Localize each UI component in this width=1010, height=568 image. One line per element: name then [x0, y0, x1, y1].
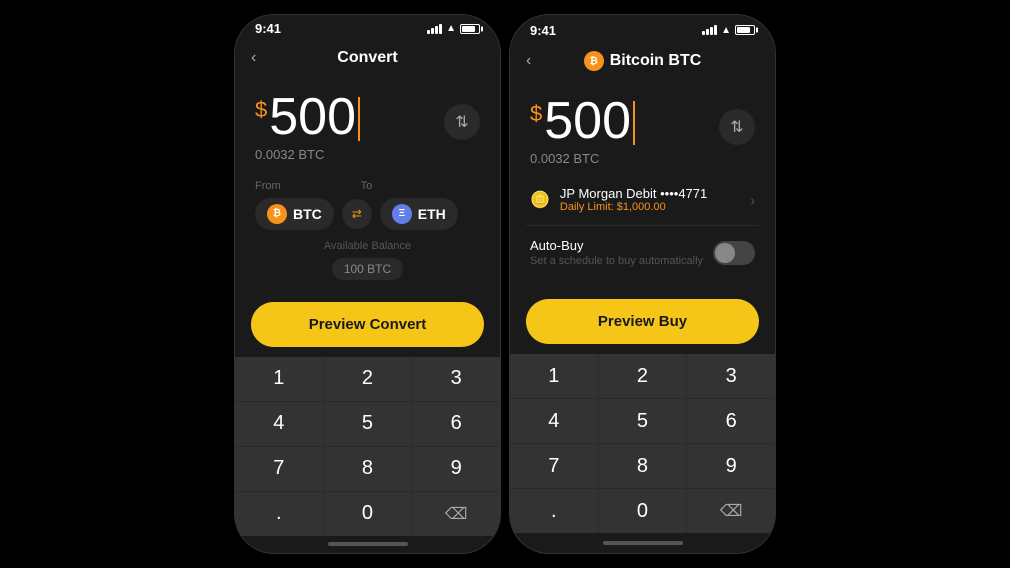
- key-9-left[interactable]: 9: [412, 447, 500, 491]
- key-5-right[interactable]: 5: [599, 399, 687, 443]
- time-right: 9:41: [530, 23, 556, 38]
- payment-card-sub: Daily Limit: $1,000.00: [560, 201, 707, 213]
- key-8-right[interactable]: 8: [599, 444, 687, 488]
- amount-value-right: 500: [544, 95, 635, 147]
- btc-amount-right: 0.0032 BTC: [530, 151, 755, 166]
- key-delete-right[interactable]: ⌫: [687, 489, 775, 533]
- crypto-row: ₿ BTC ⇄ Ξ ETH: [255, 198, 480, 230]
- key-3-left[interactable]: 3: [412, 357, 500, 401]
- battery-icon: [460, 24, 480, 34]
- cursor-left: [358, 97, 360, 141]
- cursor-right: [633, 101, 635, 145]
- to-crypto-label: ETH: [418, 206, 446, 222]
- key-1-right[interactable]: 1: [510, 354, 598, 398]
- time-left: 9:41: [255, 21, 281, 36]
- btc-icon: ₿: [267, 204, 287, 224]
- amount-value-left: 500: [269, 91, 360, 143]
- balance-badge: 100 BTC: [332, 258, 403, 280]
- key-6-left[interactable]: 6: [412, 402, 500, 446]
- key-5-left[interactable]: 5: [324, 402, 412, 446]
- wifi-icon-right: ▲: [721, 25, 731, 36]
- left-phone: 9:41 ▲ ‹ Convert $ 5: [234, 14, 501, 554]
- status-icons-left: ▲: [427, 23, 480, 34]
- key-4-right[interactable]: 4: [510, 399, 598, 443]
- toggle-knob: [715, 243, 735, 263]
- available-section: Available Balance 100 BTC: [235, 240, 500, 292]
- status-bar-left: 9:41 ▲: [235, 15, 500, 41]
- key-4-left[interactable]: 4: [235, 402, 323, 446]
- from-label: From: [255, 180, 281, 192]
- status-bar-right: 9:41 ▲: [510, 15, 775, 43]
- key-7-right[interactable]: 7: [510, 444, 598, 488]
- bitcoin-header: ₿ Bitcoin BTC: [584, 51, 702, 71]
- key-7-left[interactable]: 7: [235, 447, 323, 491]
- key-2-left[interactable]: 2: [324, 357, 412, 401]
- keypad-left: 1 2 3 4 5 6 7 8 9 . 0 ⌫: [235, 357, 500, 536]
- auto-buy-toggle[interactable]: [713, 241, 755, 265]
- key-3-right[interactable]: 3: [687, 354, 775, 398]
- from-to-labels: From To: [255, 180, 480, 192]
- status-icons-right: ▲: [702, 25, 755, 36]
- preview-convert-button[interactable]: Preview Convert: [251, 302, 484, 347]
- header-left: ‹ Convert: [235, 41, 500, 75]
- key-2-right[interactable]: 2: [599, 354, 687, 398]
- battery-icon-right: [735, 25, 755, 35]
- swap-arrows-btn[interactable]: ⇄: [342, 199, 372, 229]
- key-dot-left[interactable]: .: [235, 492, 323, 536]
- spacer-right: [510, 279, 775, 289]
- payment-row[interactable]: 🪙 JP Morgan Debit ••••4771 Daily Limit: …: [526, 174, 759, 226]
- chevron-right-icon: ›: [750, 192, 755, 208]
- header-title-left: Convert: [337, 49, 397, 67]
- auto-buy-subtitle: Set a schedule to buy automatically: [530, 255, 703, 267]
- payment-left: 🪙 JP Morgan Debit ••••4771 Daily Limit: …: [530, 186, 707, 213]
- header-right: ‹ ₿ Bitcoin BTC: [510, 43, 775, 79]
- btc-header-icon: ₿: [584, 51, 604, 71]
- dollar-sign-right: $: [530, 101, 542, 127]
- from-to-section: From To ₿ BTC ⇄ Ξ ETH: [235, 170, 500, 240]
- eth-icon: Ξ: [392, 204, 412, 224]
- to-label: To: [361, 180, 373, 192]
- key-8-left[interactable]: 8: [324, 447, 412, 491]
- key-dot-right[interactable]: .: [510, 489, 598, 533]
- payment-card-label: JP Morgan Debit ••••4771: [560, 186, 707, 201]
- from-crypto-label: BTC: [293, 206, 322, 222]
- swap-direction-right[interactable]: ⇅: [719, 109, 755, 145]
- key-9-right[interactable]: 9: [687, 444, 775, 488]
- payment-section: 🪙 JP Morgan Debit ••••4771 Daily Limit: …: [510, 174, 775, 279]
- key-1-left[interactable]: 1: [235, 357, 323, 401]
- right-phone: 9:41 ▲ ‹ ₿ Bitcoin BTC: [509, 14, 776, 554]
- key-0-left[interactable]: 0: [324, 492, 412, 536]
- from-crypto-btn[interactable]: ₿ BTC: [255, 198, 334, 230]
- key-0-right[interactable]: 0: [599, 489, 687, 533]
- card-icon: 🪙: [530, 190, 550, 210]
- back-button-right[interactable]: ‹: [526, 52, 531, 70]
- signal-icon-right: [702, 25, 717, 35]
- available-label: Available Balance: [324, 240, 411, 252]
- auto-buy-row: Auto-Buy Set a schedule to buy automatic…: [526, 226, 759, 279]
- keypad-right: 1 2 3 4 5 6 7 8 9 . 0 ⌫: [510, 354, 775, 533]
- key-delete-left[interactable]: ⌫: [412, 492, 500, 536]
- dollar-sign-left: $: [255, 97, 267, 123]
- signal-icon: [427, 24, 442, 34]
- home-indicator-right: [510, 533, 775, 553]
- auto-buy-title: Auto-Buy: [530, 238, 703, 253]
- auto-buy-info: Auto-Buy Set a schedule to buy automatic…: [530, 238, 703, 267]
- header-title-right: Bitcoin BTC: [610, 52, 702, 70]
- amount-section-left: $ 500 0.0032 BTC ⇅: [235, 75, 500, 170]
- key-6-right[interactable]: 6: [687, 399, 775, 443]
- wifi-icon: ▲: [446, 23, 456, 34]
- to-crypto-btn[interactable]: Ξ ETH: [380, 198, 458, 230]
- btc-amount-left: 0.0032 BTC: [255, 147, 480, 162]
- payment-info: JP Morgan Debit ••••4771 Daily Limit: $1…: [560, 186, 707, 213]
- preview-buy-button[interactable]: Preview Buy: [526, 299, 759, 344]
- swap-direction-left[interactable]: ⇅: [444, 104, 480, 140]
- amount-section-right: $ 500 0.0032 BTC ⇅: [510, 79, 775, 174]
- back-button-left[interactable]: ‹: [251, 49, 256, 67]
- home-indicator-left: [235, 536, 500, 553]
